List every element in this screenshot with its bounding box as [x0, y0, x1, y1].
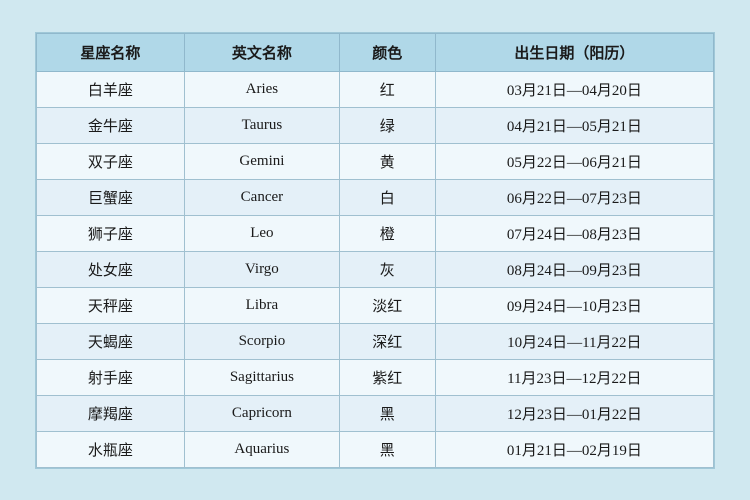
cell-date: 09月24日—10月23日 — [435, 287, 713, 323]
cell-color: 橙 — [339, 215, 435, 251]
cell-english-name: Leo — [184, 215, 339, 251]
cell-english-name: Taurus — [184, 107, 339, 143]
table-row: 射手座Sagittarius紫红11月23日—12月22日 — [37, 359, 714, 395]
cell-color: 红 — [339, 71, 435, 107]
cell-date: 06月22日—07月23日 — [435, 179, 713, 215]
header-chinese-name: 星座名称 — [37, 33, 185, 71]
table-header-row: 星座名称 英文名称 颜色 出生日期（阳历） — [37, 33, 714, 71]
cell-date: 01月21日—02月19日 — [435, 431, 713, 467]
cell-english-name: Cancer — [184, 179, 339, 215]
cell-chinese-name: 射手座 — [37, 359, 185, 395]
cell-english-name: Scorpio — [184, 323, 339, 359]
cell-chinese-name: 狮子座 — [37, 215, 185, 251]
cell-color: 淡红 — [339, 287, 435, 323]
table-row: 白羊座Aries红03月21日—04月20日 — [37, 71, 714, 107]
header-english-name: 英文名称 — [184, 33, 339, 71]
cell-date: 05月22日—06月21日 — [435, 143, 713, 179]
table-row: 双子座Gemini黄05月22日—06月21日 — [37, 143, 714, 179]
cell-chinese-name: 天秤座 — [37, 287, 185, 323]
cell-chinese-name: 金牛座 — [37, 107, 185, 143]
cell-color: 灰 — [339, 251, 435, 287]
cell-chinese-name: 双子座 — [37, 143, 185, 179]
table-row: 金牛座Taurus绿04月21日—05月21日 — [37, 107, 714, 143]
cell-color: 紫红 — [339, 359, 435, 395]
cell-chinese-name: 处女座 — [37, 251, 185, 287]
cell-color: 绿 — [339, 107, 435, 143]
cell-english-name: Sagittarius — [184, 359, 339, 395]
cell-date: 08月24日—09月23日 — [435, 251, 713, 287]
cell-chinese-name: 巨蟹座 — [37, 179, 185, 215]
zodiac-table: 星座名称 英文名称 颜色 出生日期（阳历） 白羊座Aries红03月21日—04… — [36, 33, 714, 468]
cell-date: 04月21日—05月21日 — [435, 107, 713, 143]
cell-chinese-name: 水瓶座 — [37, 431, 185, 467]
header-color: 颜色 — [339, 33, 435, 71]
table-body: 白羊座Aries红03月21日—04月20日金牛座Taurus绿04月21日—0… — [37, 71, 714, 467]
table-row: 水瓶座Aquarius黑01月21日—02月19日 — [37, 431, 714, 467]
zodiac-table-container: 星座名称 英文名称 颜色 出生日期（阳历） 白羊座Aries红03月21日—04… — [35, 32, 715, 469]
cell-date: 12月23日—01月22日 — [435, 395, 713, 431]
cell-english-name: Virgo — [184, 251, 339, 287]
cell-date: 03月21日—04月20日 — [435, 71, 713, 107]
table-row: 巨蟹座Cancer白06月22日—07月23日 — [37, 179, 714, 215]
table-row: 摩羯座Capricorn黑12月23日—01月22日 — [37, 395, 714, 431]
cell-date: 11月23日—12月22日 — [435, 359, 713, 395]
header-date: 出生日期（阳历） — [435, 33, 713, 71]
table-row: 处女座Virgo灰08月24日—09月23日 — [37, 251, 714, 287]
cell-english-name: Gemini — [184, 143, 339, 179]
cell-date: 10月24日—11月22日 — [435, 323, 713, 359]
table-row: 狮子座Leo橙07月24日—08月23日 — [37, 215, 714, 251]
cell-color: 白 — [339, 179, 435, 215]
cell-color: 黑 — [339, 431, 435, 467]
table-row: 天秤座Libra淡红09月24日—10月23日 — [37, 287, 714, 323]
cell-english-name: Capricorn — [184, 395, 339, 431]
cell-english-name: Aries — [184, 71, 339, 107]
cell-english-name: Aquarius — [184, 431, 339, 467]
cell-color: 黑 — [339, 395, 435, 431]
cell-color: 深红 — [339, 323, 435, 359]
cell-chinese-name: 天蝎座 — [37, 323, 185, 359]
cell-date: 07月24日—08月23日 — [435, 215, 713, 251]
cell-chinese-name: 白羊座 — [37, 71, 185, 107]
cell-color: 黄 — [339, 143, 435, 179]
cell-english-name: Libra — [184, 287, 339, 323]
cell-chinese-name: 摩羯座 — [37, 395, 185, 431]
table-row: 天蝎座Scorpio深红10月24日—11月22日 — [37, 323, 714, 359]
